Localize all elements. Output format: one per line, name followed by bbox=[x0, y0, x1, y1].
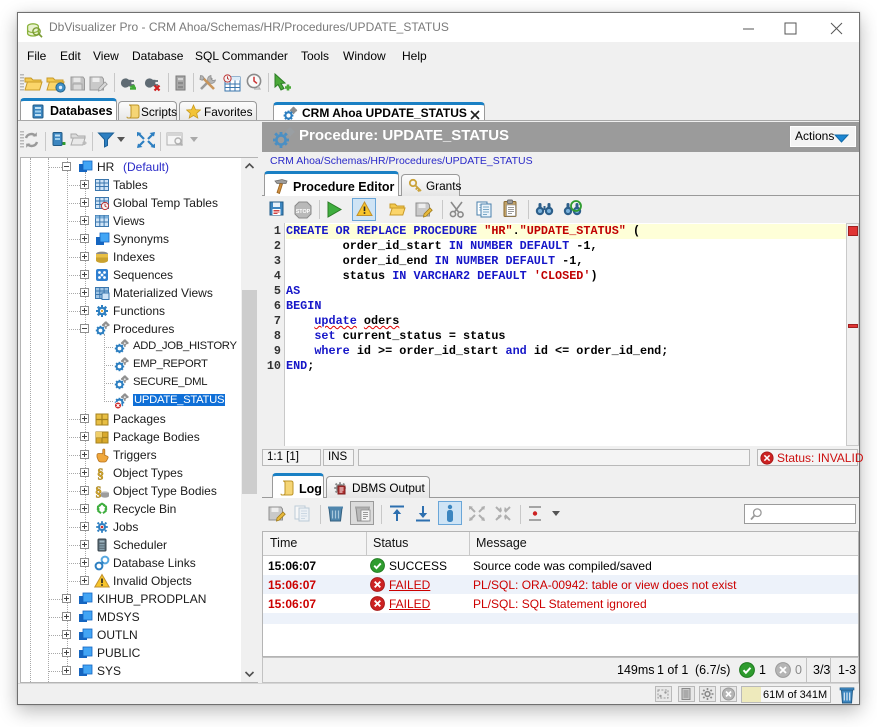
svg-text:STOP: STOP bbox=[296, 209, 311, 215]
